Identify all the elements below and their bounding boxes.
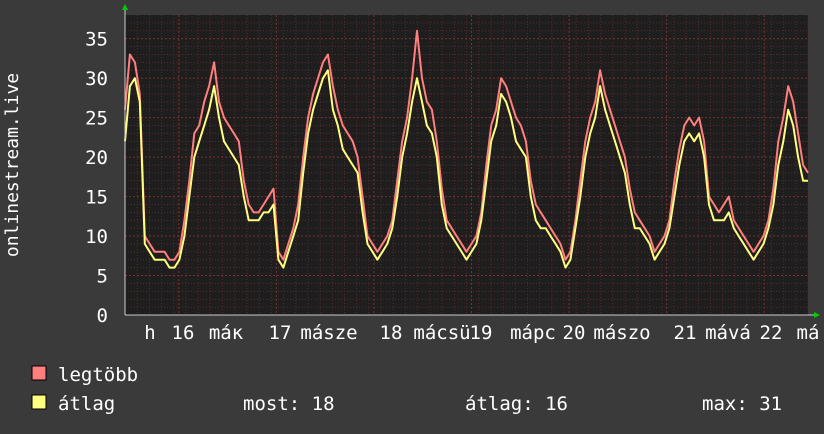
legend-label-atlag: átlag xyxy=(58,393,115,415)
x-tick-label: 18 xyxy=(380,322,403,344)
y-tick-label: 25 xyxy=(85,108,108,130)
x-axis-arrow xyxy=(814,312,820,318)
x-tick-label: mává xyxy=(705,322,751,344)
x-tick-label: mácsü xyxy=(413,322,470,344)
y-tick-label: 10 xyxy=(85,226,108,248)
y-tick-label: 5 xyxy=(97,266,108,288)
x-tick-label: máк xyxy=(209,322,244,344)
stat-max: max: 31 xyxy=(702,393,782,415)
x-tick-label: 19 xyxy=(470,322,493,344)
x-tick-label: 16 xyxy=(172,322,195,344)
y-axis-arrow xyxy=(122,4,128,10)
x-tick-label: h xyxy=(144,322,155,344)
x-tick-label: 22 xyxy=(760,322,783,344)
legend-label-legtobb: legtöbb xyxy=(58,364,138,386)
legend: legtöbb átlag most: 18 átlag: 16 max: 31 xyxy=(31,364,782,415)
legend-swatch-legtobb xyxy=(31,365,47,381)
y-tick-label: 0 xyxy=(97,305,108,327)
stat-atlag: átlag: 16 xyxy=(465,393,568,415)
y-tick-label: 35 xyxy=(85,29,108,51)
y-axis-label: onlinestream.live xyxy=(2,73,23,257)
x-tick-label: mászo xyxy=(593,322,650,344)
legend-swatch-atlag xyxy=(31,394,47,410)
x-tick-label: mápc xyxy=(510,322,556,344)
x-tick-label: 20 xyxy=(563,322,586,344)
x-tick-label: 17 xyxy=(269,322,292,344)
y-tick-label: 30 xyxy=(85,68,108,90)
y-tick-label: 15 xyxy=(85,187,108,209)
x-tick-label: másze xyxy=(300,322,357,344)
x-tick-label: 21 xyxy=(674,322,697,344)
x-tick-label: má xyxy=(797,322,820,344)
chart-stage: 0 5 10 15 20 25 30 35 h 16 máк 17 másze 18 mácsü 19 mápc… xyxy=(0,0,824,430)
line-chart: 0 5 10 15 20 25 30 35 h 16 máк 17 másze 18 mácsü19 mápc… xyxy=(2,4,820,415)
y-tick-label: 20 xyxy=(85,147,108,169)
stat-most: most: 18 xyxy=(243,393,335,415)
